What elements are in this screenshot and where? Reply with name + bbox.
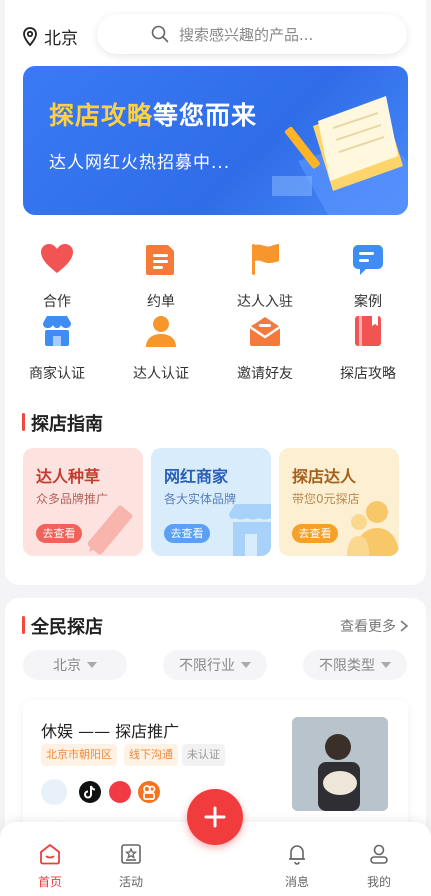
industry-filter[interactable]: 不限行业 — [163, 650, 267, 680]
tab-label: 活动 — [118, 875, 143, 889]
book-icon — [355, 316, 381, 346]
douyin-icon — [79, 781, 101, 803]
view-button[interactable]: 去查看 — [164, 524, 210, 543]
notebook-illustration — [272, 96, 408, 215]
tab-profile[interactable]: 我的 — [349, 842, 409, 890]
tab-label: 我的 — [366, 875, 391, 889]
weibo-icon — [41, 779, 67, 805]
tab-label: 消息 — [284, 875, 309, 889]
location-label: 北京 — [44, 29, 78, 49]
menu-label: 探店攻略 — [340, 366, 396, 382]
search-placeholder: 搜索感兴趣的产品... — [179, 25, 314, 44]
view-button[interactable]: 去查看 — [292, 524, 338, 543]
tab-messages[interactable]: 消息 — [267, 842, 327, 890]
bell-icon — [289, 845, 305, 865]
document-icon — [146, 245, 174, 275]
city-filter[interactable]: 北京 — [23, 650, 127, 680]
menu-item-guide[interactable]: 探店攻略 — [318, 313, 418, 383]
menu-label: 商家认证 — [29, 366, 85, 382]
view-more-label: 查看更多 — [340, 619, 396, 635]
shop-icon — [43, 316, 71, 346]
filter-label: 北京 — [53, 658, 81, 674]
xiaohongshu-icon — [109, 781, 131, 803]
chevron-right-icon — [400, 620, 409, 632]
menu-label: 案例 — [354, 294, 382, 310]
guide-card-talents[interactable]: 探店达人 带您0元探店 去查看 — [279, 448, 399, 556]
kuaishou-icon — [138, 781, 160, 803]
banner-subtitle: 达人网红火热招募中... — [49, 153, 231, 173]
menu-item-invite[interactable]: 邀请好友 — [215, 313, 315, 383]
filter-label: 不限行业 — [179, 658, 235, 674]
search-input[interactable]: 搜索感兴趣的产品... — [97, 14, 407, 54]
guide-card-seeding[interactable]: 达人种草 众多品牌推广 去查看 — [23, 448, 143, 556]
menu-label: 邀请好友 — [237, 366, 293, 382]
dropdown-arrow-icon — [87, 662, 97, 668]
menu-label: 达人认证 — [133, 366, 189, 382]
mail-icon — [249, 317, 281, 346]
location-selector[interactable]: 北京 — [22, 24, 78, 49]
menu-item-join[interactable]: 达人入驻 — [215, 241, 315, 311]
user-icon — [146, 316, 176, 347]
guide-card-title: 达人种草 — [36, 467, 101, 486]
guide-card-title: 网红商家 — [164, 467, 229, 486]
promo-banner[interactable]: 探店攻略等您而来 达人网红火热招募中... — [23, 66, 408, 215]
add-button[interactable] — [187, 789, 243, 845]
flag-icon — [252, 244, 279, 275]
heart-icon — [41, 244, 73, 273]
menu-label: 达人入驻 — [237, 294, 293, 310]
explore-section-title: 全民探店 — [22, 613, 103, 639]
shop-title: 休娱 —— 探店推广 — [41, 722, 180, 741]
tab-label: 首页 — [37, 875, 62, 889]
guide-card-merchants[interactable]: 网红商家 各大实体品牌 去查看 — [151, 448, 271, 556]
home-icon — [40, 843, 60, 865]
guide-card-title: 探店达人 — [292, 467, 357, 486]
search-icon — [151, 25, 169, 43]
shop-thumbnail — [292, 717, 388, 811]
menu-label: 合作 — [43, 294, 71, 310]
view-button[interactable]: 去查看 — [36, 524, 82, 543]
pencil-icon — [87, 505, 133, 555]
menu-item-cases[interactable]: 案例 — [318, 241, 418, 311]
location-tag: 北京市朝阳区 — [41, 744, 117, 766]
type-filter[interactable]: 不限类型 — [303, 650, 407, 680]
activity-icon — [121, 844, 141, 864]
guide-section-title: 探店指南 — [22, 410, 103, 436]
view-more-link[interactable]: 查看更多 — [340, 616, 409, 636]
dropdown-arrow-icon — [381, 662, 391, 668]
menu-label: 约单 — [147, 294, 175, 310]
storefront-icon — [229, 504, 271, 556]
communication-tag: 线下沟通 — [124, 744, 178, 766]
certification-tag: 未认证 — [182, 744, 225, 766]
dropdown-arrow-icon — [241, 662, 251, 668]
menu-item-merchant-cert[interactable]: 商家认证 — [7, 313, 107, 383]
people-icon — [347, 501, 399, 556]
menu-item-cooperate[interactable]: 合作 — [7, 241, 107, 311]
filter-label: 不限类型 — [319, 658, 375, 674]
tab-activity[interactable]: 活动 — [101, 842, 161, 890]
banner-title: 探店攻略等您而来 — [49, 101, 258, 130]
chat-icon — [353, 245, 383, 275]
menu-item-talent-cert[interactable]: 达人认证 — [111, 313, 211, 383]
tab-home[interactable]: 首页 — [20, 842, 80, 890]
menu-item-order[interactable]: 约单 — [111, 241, 211, 311]
location-pin-icon — [23, 26, 37, 46]
plus-icon — [204, 806, 226, 828]
profile-icon — [370, 844, 388, 864]
